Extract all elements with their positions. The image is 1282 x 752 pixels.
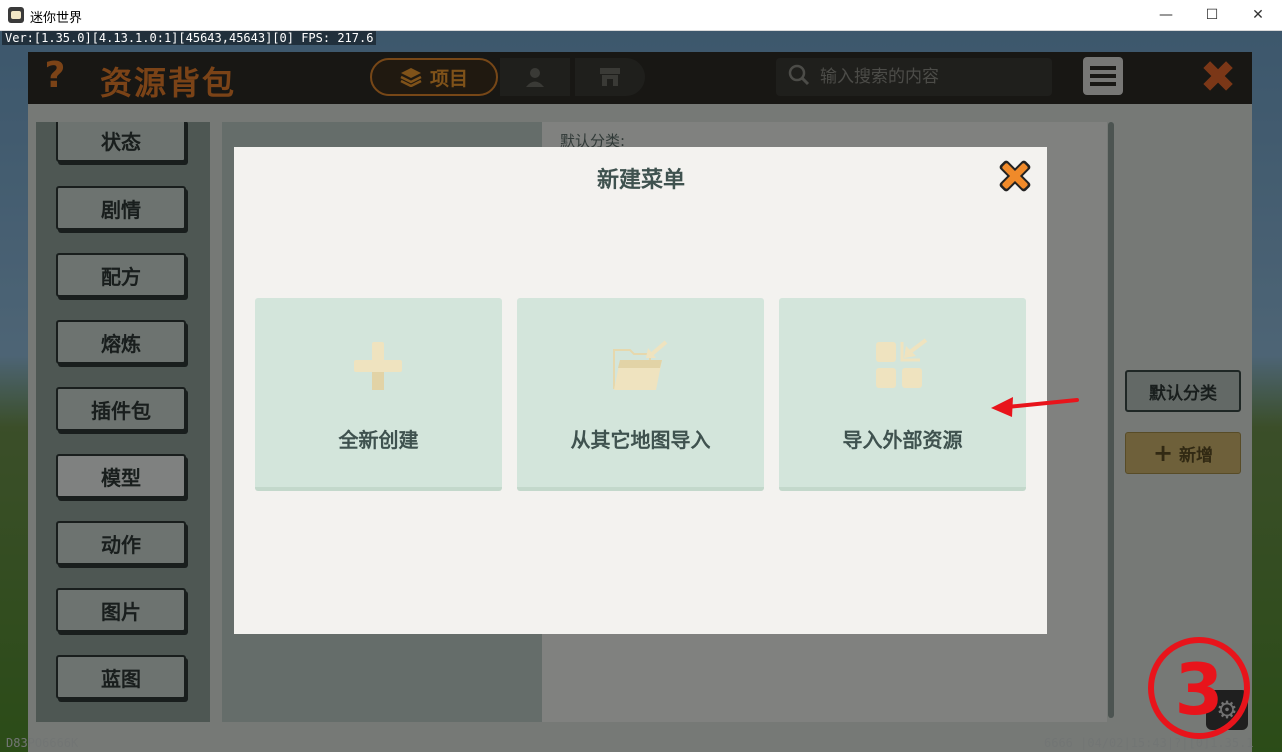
plus-icon bbox=[354, 342, 402, 390]
create-new-card[interactable]: 全新创建 bbox=[255, 298, 502, 491]
close-window-button[interactable]: ✕ bbox=[1235, 0, 1281, 30]
grid-import-icon bbox=[876, 338, 928, 388]
version-info: Ver:[1.35.0][4.13.1.0:1][45643,45643][0]… bbox=[2, 31, 377, 45]
close-dialog-icon[interactable] bbox=[995, 156, 1035, 196]
maximize-button[interactable]: ☐ bbox=[1189, 0, 1235, 30]
import-external-label: 导入外部资源 bbox=[842, 428, 963, 452]
dialog-title: 新建菜单 bbox=[596, 168, 685, 193]
create-new-label: 全新创建 bbox=[338, 428, 419, 452]
window-title: 迷你世界 bbox=[30, 11, 83, 26]
folder-import-icon bbox=[613, 340, 668, 390]
minimize-button[interactable]: — bbox=[1143, 0, 1189, 30]
step-number: 3 bbox=[1175, 649, 1224, 731]
step-badge: 3 bbox=[1148, 637, 1250, 739]
import-from-map-card[interactable]: 从其它地图导入 bbox=[517, 298, 764, 491]
window-titlebar: 迷你世界 — ☐ ✕ bbox=[0, 0, 1282, 31]
app-icon bbox=[8, 7, 24, 23]
import-from-map-label: 从其它地图导入 bbox=[570, 428, 711, 452]
annotation-arrow-icon bbox=[991, 397, 1079, 417]
